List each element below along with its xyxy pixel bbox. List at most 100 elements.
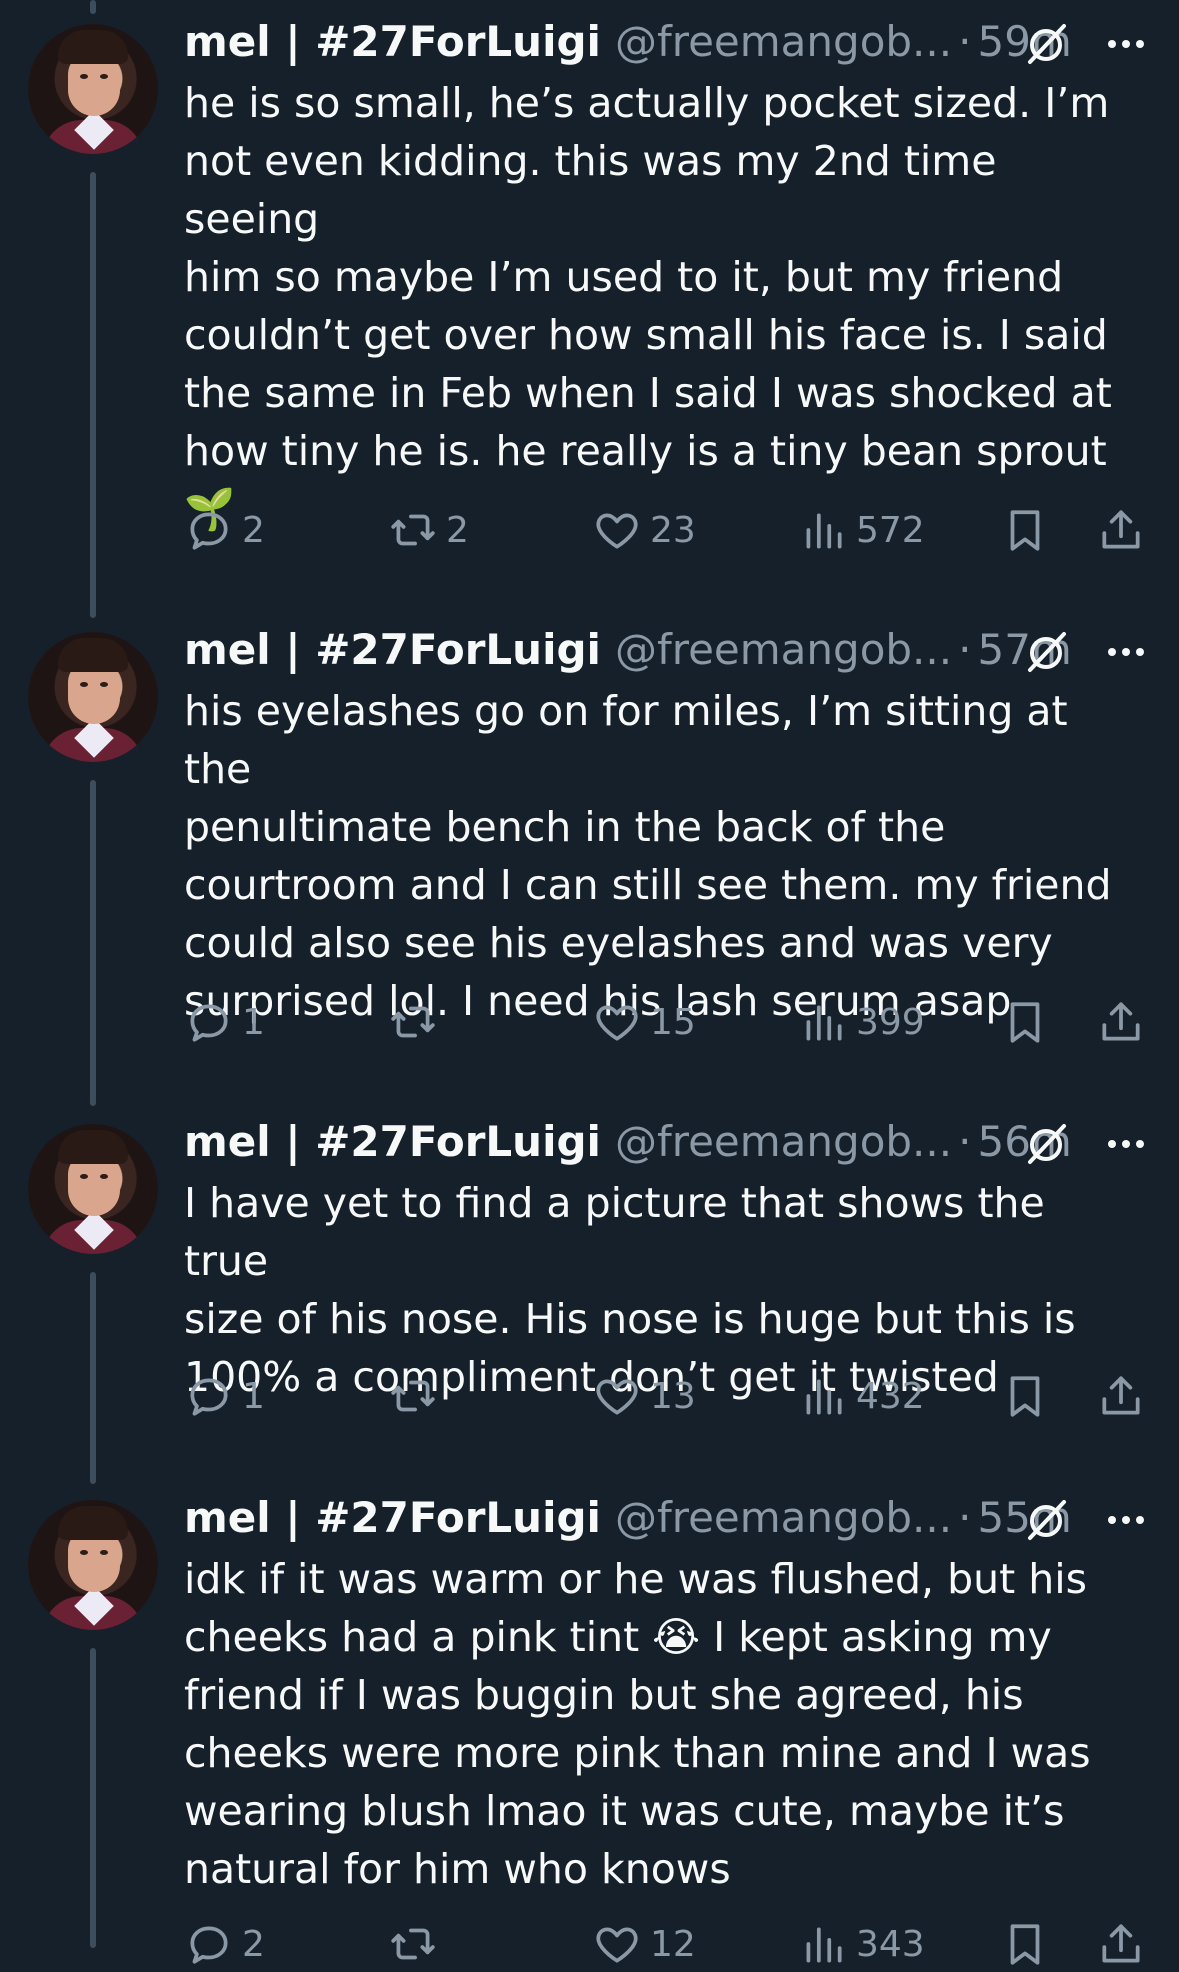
retweet-button[interactable]: [388, 994, 446, 1050]
bookmark-icon: [1010, 1002, 1040, 1043]
author-name[interactable]: mel | #27ForLuigi: [184, 17, 601, 66]
tweet[interactable]: mel | #27ForLuigi @freemangob... · 56m I ha…: [0, 1100, 1179, 1484]
heart-icon: [596, 1927, 638, 1963]
separator-dot: ·: [958, 1493, 972, 1542]
tweet-header: mel | #27ForLuigi @freemangob... · 56m: [184, 1112, 1164, 1172]
bookmark-icon: [1010, 1376, 1040, 1417]
author-handle[interactable]: @freemangob...: [615, 1117, 952, 1166]
tweet-header: mel | #27ForLuigi @freemangob... · 55m: [184, 1488, 1164, 1548]
tweet[interactable]: mel | #27ForLuigi @freemangob... · 59m he i…: [0, 0, 1179, 618]
avatar[interactable]: [28, 1500, 158, 1630]
retweet-icon: [391, 1380, 435, 1412]
views-button[interactable]: 343: [798, 1916, 925, 1972]
like-count: 12: [650, 1923, 696, 1965]
like-button[interactable]: 12: [592, 1916, 696, 1972]
reply-button[interactable]: 1: [184, 1368, 265, 1424]
views-icon: [806, 1927, 842, 1963]
tweet[interactable]: mel | #27ForLuigi @freemangob... · 57m his …: [0, 608, 1179, 1106]
like-button[interactable]: 15: [592, 994, 696, 1050]
avatar[interactable]: [28, 632, 158, 762]
tweet-header: mel | #27ForLuigi @freemangob... · 59m: [184, 12, 1164, 72]
retweet-button[interactable]: [388, 1916, 446, 1972]
views-button[interactable]: 432: [798, 1368, 925, 1424]
bookmark-icon: [1010, 1924, 1040, 1965]
thread: mel | #27ForLuigi @freemangob... · 59m he i…: [0, 0, 1179, 1965]
reply-count: 1: [242, 1375, 265, 1417]
thread-line: [90, 1648, 96, 1948]
reply-icon: [190, 512, 228, 550]
separator-dot: ·: [958, 17, 972, 66]
mute-icon[interactable]: [1024, 630, 1068, 674]
views-icon: [806, 1379, 842, 1415]
more-icon[interactable]: [1104, 1502, 1148, 1538]
avatar[interactable]: [28, 1124, 158, 1254]
mute-icon[interactable]: [1024, 1498, 1068, 1542]
heart-icon: [596, 1005, 638, 1041]
retweet-icon: [391, 1928, 435, 1960]
author-handle[interactable]: @freemangob...: [615, 17, 952, 66]
views-icon: [806, 513, 842, 549]
views-button[interactable]: 572: [798, 502, 925, 558]
bookmark-button[interactable]: [1000, 1368, 1050, 1424]
retweet-icon: [391, 1006, 435, 1038]
author-name[interactable]: mel | #27ForLuigi: [184, 1493, 601, 1542]
retweet-count: 2: [446, 509, 469, 551]
views-icon: [806, 1005, 842, 1041]
reply-icon: [190, 1926, 228, 1964]
thread-line: [90, 172, 96, 618]
tweet-text: his eyelashes go on for miles, I’m sitti…: [184, 687, 1112, 1025]
author-name[interactable]: mel | #27ForLuigi: [184, 1117, 601, 1166]
share-icon: [1102, 1002, 1140, 1041]
action-bar: 1 13 432: [184, 1368, 1164, 1424]
share-icon: [1102, 1924, 1140, 1963]
views-count: 343: [856, 1923, 925, 1965]
reply-button[interactable]: 2: [184, 1916, 265, 1972]
reply-count: 2: [242, 509, 265, 551]
share-button[interactable]: [1096, 994, 1146, 1050]
tweet-text: he is so small, he’s actually pocket siz…: [184, 79, 1112, 533]
share-icon: [1102, 1376, 1140, 1415]
share-button[interactable]: [1096, 1368, 1146, 1424]
action-bar: 2 12 343: [184, 1916, 1164, 1972]
retweet-icon: [391, 514, 435, 546]
heart-icon: [596, 1379, 638, 1415]
more-icon[interactable]: [1104, 634, 1148, 670]
views-button[interactable]: 399: [798, 994, 925, 1050]
tweet[interactable]: mel | #27ForLuigi @freemangob... · 55m idk …: [0, 1476, 1179, 1965]
like-count: 23: [650, 509, 696, 551]
reply-button[interactable]: 1: [184, 994, 265, 1050]
separator-dot: ·: [958, 625, 972, 674]
like-button[interactable]: 23: [592, 502, 696, 558]
views-count: 399: [856, 1001, 925, 1043]
author-handle[interactable]: @freemangob...: [615, 625, 952, 674]
retweet-button[interactable]: 2: [388, 502, 469, 558]
bookmark-button[interactable]: [1000, 994, 1050, 1050]
mute-icon[interactable]: [1024, 22, 1068, 66]
action-bar: 1 15 399: [184, 994, 1164, 1050]
like-count: 13: [650, 1375, 696, 1417]
thread-line: [90, 1272, 96, 1484]
like-button[interactable]: 13: [592, 1368, 696, 1424]
reply-icon: [190, 1004, 228, 1042]
reply-button[interactable]: 2: [184, 502, 265, 558]
thread-line: [90, 780, 96, 1106]
bookmark-button[interactable]: [1000, 502, 1050, 558]
thread-line-top: [90, 0, 96, 14]
more-icon[interactable]: [1104, 26, 1148, 62]
reply-count: 2: [242, 1923, 265, 1965]
views-count: 572: [856, 509, 925, 551]
share-button[interactable]: [1096, 1916, 1146, 1972]
retweet-button[interactable]: [388, 1368, 446, 1424]
share-icon: [1102, 510, 1140, 549]
tweet-header: mel | #27ForLuigi @freemangob... · 57m: [184, 620, 1164, 680]
separator-dot: ·: [958, 1117, 972, 1166]
reply-icon: [190, 1378, 228, 1416]
bookmark-button[interactable]: [1000, 1916, 1050, 1972]
tweet-text: idk if it was warm or he was flushed, bu…: [184, 1555, 1091, 1893]
author-handle[interactable]: @freemangob...: [615, 1493, 952, 1542]
author-name[interactable]: mel | #27ForLuigi: [184, 625, 601, 674]
avatar[interactable]: [28, 24, 158, 154]
share-button[interactable]: [1096, 502, 1146, 558]
more-icon[interactable]: [1104, 1126, 1148, 1162]
mute-icon[interactable]: [1024, 1122, 1068, 1166]
